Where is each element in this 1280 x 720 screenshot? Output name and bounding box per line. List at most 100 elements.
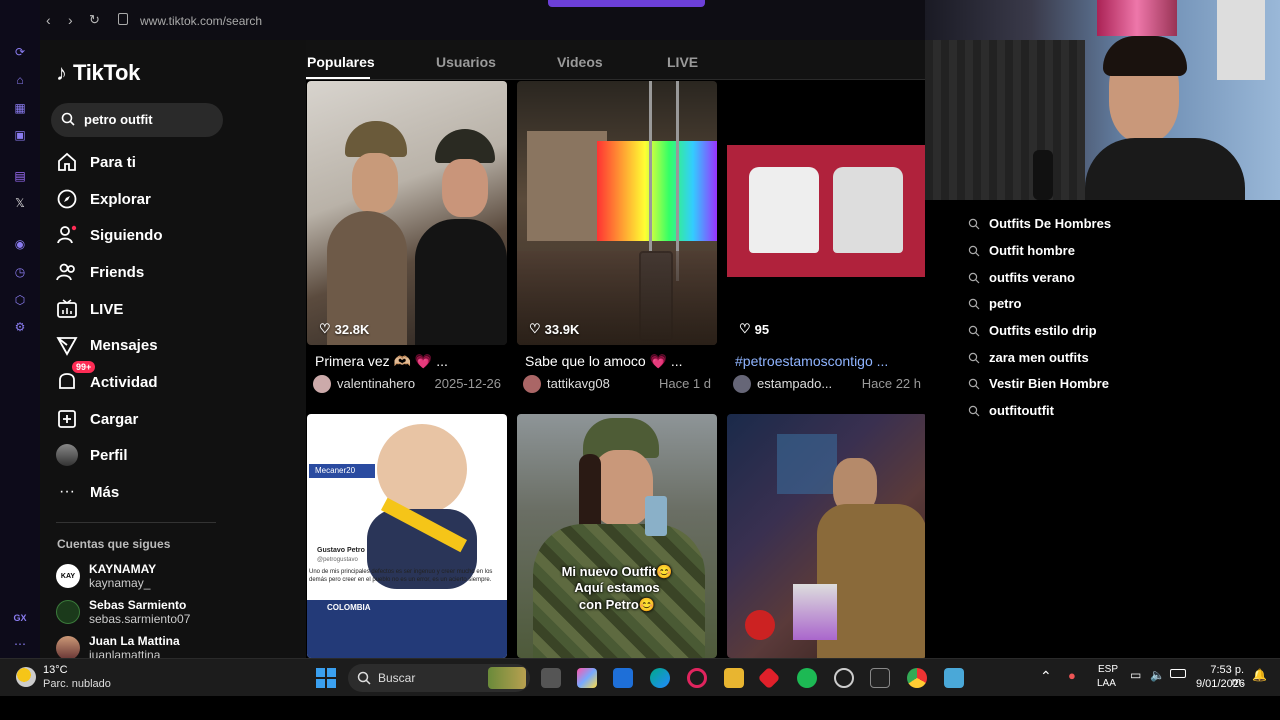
video-card[interactable]: ♡ 33.9K Sabe que lo amoco 💗 ... tattikavg…	[517, 81, 717, 401]
start-tile	[316, 668, 325, 677]
search-icon	[968, 405, 980, 417]
menu-item-live[interactable]: LIVE	[56, 294, 123, 324]
video-card[interactable]	[727, 414, 925, 658]
task-view-icon[interactable]	[541, 668, 561, 688]
network-icon[interactable]: ▭	[1130, 668, 1141, 682]
suggestion-text: outfits verano	[989, 270, 1075, 285]
more-icon: ···	[59, 483, 75, 500]
menu-item-friends[interactable]: Friends	[56, 257, 144, 287]
notepad-icon[interactable]	[944, 668, 964, 688]
steam-icon[interactable]	[834, 668, 854, 688]
opera-gx-icon[interactable]	[687, 668, 707, 688]
friends-icon	[56, 263, 75, 281]
video-card[interactable]: Mecaner20 Gustavo Petro @petrogustavo Un…	[307, 414, 507, 658]
more-dots-icon[interactable]: ⋯	[12, 636, 28, 652]
workspace-icon[interactable]: ⌂	[12, 72, 28, 88]
likes-value: 95	[754, 321, 770, 337]
back-icon[interactable]: ‹	[46, 12, 51, 28]
clock-date[interactable]: 9/01/2026	[1196, 678, 1245, 690]
player-icon[interactable]: ◉	[12, 236, 28, 252]
menu-label: Explorar	[90, 190, 151, 208]
tab-videos[interactable]: Videos	[557, 54, 603, 70]
video-username[interactable]: valentinahero	[337, 376, 415, 391]
menu-item-explorar[interactable]: Explorar	[56, 184, 151, 214]
menu-item-actividad[interactable]: 99+ Actividad	[56, 361, 158, 397]
browser-url-bar: ‹ › ↻ www.tiktok.com/search	[40, 0, 925, 40]
file-explorer-icon[interactable]	[724, 668, 744, 688]
menu-item-cargar[interactable]: Cargar	[56, 404, 138, 434]
likes-value: 32.8K	[334, 321, 370, 337]
menu-item-perfil[interactable]: Perfil	[56, 440, 128, 470]
clothing-shape	[415, 219, 507, 345]
clock-icon[interactable]: ◷	[12, 264, 28, 280]
video-thumbnail[interactable]: Mi nuevo Outfit😊 Aquí estamos con Petro😊	[517, 414, 717, 658]
taskbar-search[interactable]: Buscar	[348, 664, 530, 692]
hair-shape	[579, 454, 601, 534]
video-thumbnail[interactable]	[727, 414, 925, 658]
weather-icon[interactable]	[16, 667, 36, 687]
video-date: 2025-12-26	[434, 376, 502, 391]
epic-games-icon[interactable]	[870, 668, 890, 688]
tab-live[interactable]: LIVE	[667, 54, 698, 70]
spotify-icon[interactable]	[797, 668, 817, 688]
account-handle: kaynamay_	[89, 576, 151, 590]
language-code[interactable]: ESP	[1098, 664, 1118, 675]
menu-item-mensajes[interactable]: Mensajes	[56, 330, 158, 360]
keyboard-layout[interactable]: LAA	[1097, 678, 1116, 689]
tab-usuarios[interactable]: Usuarios	[436, 54, 496, 70]
video-card[interactable]: ♡ 32.8K Primera vez 🫶🏼 💗 ... valentinaher…	[307, 81, 507, 401]
avatar[interactable]	[733, 375, 751, 393]
menu-item-siguiendo[interactable]: Siguiendo	[56, 220, 163, 250]
avatar[interactable]	[313, 375, 331, 393]
video-username[interactable]: estampado...	[757, 376, 832, 391]
messenger-icon[interactable]: ▣	[12, 127, 28, 143]
tv-screen	[1097, 0, 1177, 36]
video-username[interactable]: tattikavg08	[547, 376, 610, 391]
video-caption[interactable]: #petroestamoscontigo ...	[735, 353, 888, 369]
menu-item-para-ti[interactable]: Para ti	[56, 147, 136, 177]
microphone-icon[interactable]: ●	[1068, 668, 1076, 683]
windows-start-icon[interactable]	[316, 668, 336, 688]
video-card[interactable]: ♡ 95 #petroestamoscontigo ... estampado..…	[727, 81, 925, 401]
menu-item-mas[interactable]: ··· Más	[56, 477, 119, 507]
edge-icon[interactable]	[650, 668, 670, 688]
notification-icon[interactable]: 🔔	[1252, 668, 1267, 682]
x-icon[interactable]: 𝕏	[12, 195, 28, 211]
tab-populares[interactable]: Populares	[307, 54, 375, 70]
battery-icon[interactable]	[1170, 669, 1186, 678]
extensions-icon[interactable]: ⬡	[12, 292, 28, 308]
weather-temp[interactable]: 13°C	[43, 664, 68, 676]
menu-label: Friends	[90, 263, 145, 281]
search-input[interactable]: petro outfit	[51, 103, 223, 137]
video-caption[interactable]: Primera vez 🫶🏼 💗 ...	[315, 353, 448, 370]
menu-label: LIVE	[90, 300, 124, 318]
menu-label: Mensajes	[90, 336, 158, 354]
url-text[interactable]: www.tiktok.com/search	[140, 14, 262, 28]
search-icon	[357, 671, 371, 685]
person-shirt	[1085, 138, 1245, 200]
twitch-icon[interactable]: ▤	[12, 168, 28, 184]
video-card[interactable]: Mi nuevo Outfit😊 Aquí estamos con Petro😊	[517, 414, 717, 658]
copilot-icon[interactable]	[577, 668, 597, 688]
tiktok-logo[interactable]: ♪ TikTok	[56, 60, 140, 86]
video-caption[interactable]: Sabe que lo amoco 💗 ...	[525, 353, 683, 370]
person-hair	[1103, 36, 1187, 76]
weather-status[interactable]: Parc. nublado	[43, 678, 111, 690]
anydesk-icon[interactable]	[757, 666, 781, 690]
forward-icon[interactable]: ›	[68, 12, 73, 28]
video-thumbnail[interactable]	[727, 81, 925, 345]
chevron-up-icon[interactable]: ⌃	[1040, 668, 1052, 685]
browser-promo-button[interactable]	[548, 0, 705, 7]
reload-icon[interactable]: ↻	[89, 12, 100, 28]
volume-icon[interactable]: 🔈	[1150, 668, 1165, 682]
video-thumbnail[interactable]: Mecaner20 Gustavo Petro @petrogustavo Un…	[307, 414, 507, 658]
video-thumbnail[interactable]	[517, 81, 717, 345]
home-icon	[58, 152, 76, 171]
history-icon[interactable]: ⟳	[12, 44, 28, 60]
settings-icon[interactable]: ⚙	[12, 319, 28, 335]
chrome-icon[interactable]	[907, 668, 927, 688]
avatar[interactable]	[523, 375, 541, 393]
gx-corner-icon[interactable]: ▦	[12, 100, 28, 116]
video-thumbnail[interactable]	[307, 81, 507, 345]
outlook-icon[interactable]	[613, 668, 633, 688]
